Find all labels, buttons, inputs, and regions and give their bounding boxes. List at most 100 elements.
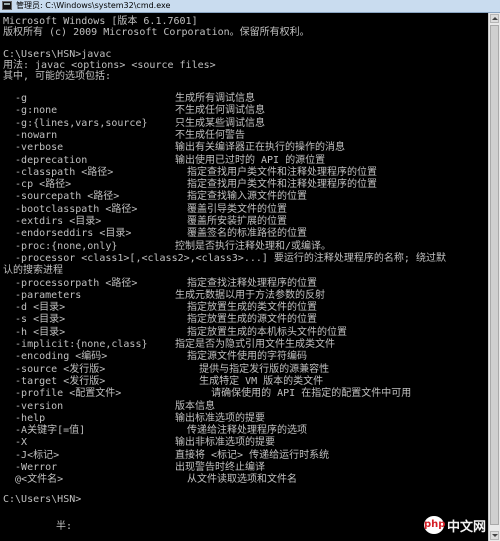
option-row: -deprecation 输出使用已过时的 API 的源位置 — [3, 155, 325, 166]
option-row: -g:{lines,vars,source} 只生成某些调试信息 — [3, 118, 265, 129]
option-description: 传递给注释处理程序的选项 — [175, 425, 308, 436]
option-description: 指定是否为隐式引用文件生成类文件 — [175, 339, 335, 350]
console-output[interactable]: Microsoft Windows [版本 6.1.7601] 版权所有 (c)… — [0, 13, 488, 541]
option-row: -d <目录> 指定放置生成的类文件的位置 — [3, 302, 317, 313]
option-flag: -bootclasspath <路径> — [3, 204, 138, 215]
option-row: -classpath <路径> 指定查找用户类文件和注释处理程序的位置 — [3, 167, 377, 178]
option-flag: -A关键字[=值] — [3, 425, 86, 436]
option-flag: -g:none — [3, 105, 58, 116]
option-flag: -version — [3, 401, 64, 412]
option-flag: -classpath <路径> — [3, 167, 114, 178]
option-row: -profile <配置文件> 请确保使用的 API 在指定的配置文件中可用 — [3, 388, 411, 399]
window-title: 管理员: C:\Windows\system32\cmd.exe — [16, 1, 171, 10]
option-description: 指定放置生成的本机标头文件的位置 — [175, 327, 348, 338]
option-row: -endorseddirs <目录> 覆盖签名的标准路径的位置 — [3, 228, 307, 239]
option-flag: -s <目录> — [3, 314, 66, 325]
option-row: -A关键字[=值] 传递给注释处理程序的选项 — [3, 425, 307, 436]
option-row: -version 版本信息 — [3, 401, 215, 412]
option-description: 生成所有调试信息 — [175, 93, 255, 104]
version-line: Microsoft Windows [版本 6.1.7601] — [3, 16, 198, 27]
option-row: -source <发行版> 提供与指定发行版的源兼容性 — [3, 364, 329, 375]
scroll-thumb[interactable] — [490, 25, 499, 525]
option-row: -extdirs <目录> 覆盖所安装扩展的位置 — [3, 216, 287, 227]
option-flag: @<文件名> — [3, 474, 64, 485]
option-row: @<文件名> 从文件读取选项和文件名 — [3, 474, 297, 485]
option-row: -parameters 生成元数据以用于方法参数的反射 — [3, 290, 325, 301]
option-flag: -help — [3, 413, 46, 424]
option-flag: -J<标记> — [3, 450, 60, 461]
option-description: 覆盖签名的标准路径的位置 — [175, 228, 308, 239]
vertical-scrollbar[interactable] — [488, 13, 500, 541]
option-flag: -profile <配置文件> — [3, 388, 122, 399]
option-description: 指定源文件使用的字符编码 — [175, 351, 308, 362]
option-flag: -processor <class1>[,<class2>,<class3>..… — [3, 253, 446, 264]
scroll-down-arrow-icon[interactable] — [490, 531, 499, 540]
option-row: -bootclasspath <路径> 覆盖引导类文件的位置 — [3, 204, 287, 215]
option-description: 输出标准选项的提要 — [175, 413, 265, 424]
option-description: 覆盖所安装扩展的位置 — [175, 216, 288, 227]
option-flag: -g — [3, 93, 28, 104]
option-description: 不生成任何警告 — [175, 130, 245, 141]
option-description: 输出使用已过时的 API 的源位置 — [175, 155, 326, 166]
option-row: -sourcepath <路径> 指定查找输入源文件的位置 — [3, 191, 307, 202]
php-logo-icon: php — [423, 516, 445, 534]
option-description: 生成元数据以用于方法参数的反射 — [175, 290, 325, 301]
option-flag: -endorseddirs <目录> — [3, 228, 132, 239]
option-flag: -processorpath <路径> — [3, 278, 138, 289]
watermark: php 中文网 — [423, 515, 486, 535]
option-row: -Werror 出现警告时终止编译 — [3, 462, 265, 473]
options-intro: 其中, 可能的选项包括: — [3, 71, 112, 82]
option-description: 出现警告时终止编译 — [175, 462, 265, 473]
ime-status: 半: — [56, 521, 73, 532]
option-description: 版本信息 — [175, 401, 215, 412]
option-flag: -implicit:{none,class} — [3, 339, 148, 350]
option-description: 指定放置生成的源文件的位置 — [175, 314, 318, 325]
option-flag: -sourcepath <路径> — [3, 191, 120, 202]
option-flag: -d <目录> — [3, 302, 66, 313]
option-flag: -nowarn — [3, 130, 58, 141]
option-description: 提供与指定发行版的源兼容性 — [175, 364, 330, 375]
scroll-up-arrow-icon[interactable] — [490, 14, 499, 23]
option-row: -processorpath <路径> 指定查找注释处理程序的位置 — [3, 278, 317, 289]
option-description: 生成特定 VM 版本的类文件 — [175, 376, 324, 387]
title-bar[interactable]: 管理员: C:\Windows\system32\cmd.exe — [0, 0, 500, 13]
option-description: 指定查找输入源文件的位置 — [175, 191, 308, 202]
option-row: -cp <路径> 指定查找用户类文件和注释处理程序的位置 — [3, 179, 377, 190]
footer-prompt: C:\Users\HSN> — [3, 494, 82, 505]
prompt-command: C:\Users\HSN>javac — [3, 49, 112, 60]
option-description: 不生成任何调试信息 — [175, 105, 265, 116]
option-row: -implicit:{none,class} 指定是否为隐式引用文件生成类文件 — [3, 339, 335, 350]
option-row: 认的搜索进程 — [3, 265, 63, 276]
option-row: -g 生成所有调试信息 — [3, 93, 255, 104]
option-description: 指定放置生成的类文件的位置 — [175, 302, 318, 313]
option-row: -encoding <编码> 指定源文件使用的字符编码 — [3, 351, 307, 362]
option-flag: -proc:{none,only} — [3, 241, 118, 252]
option-description: 直接将 <标记> 传递给运行时系统 — [175, 450, 330, 461]
option-flag: -extdirs <目录> — [3, 216, 102, 227]
option-flag: -X — [3, 437, 28, 448]
option-flag: -target <发行版> — [3, 376, 106, 387]
option-row: -X 输出非标准选项的提要 — [3, 437, 275, 448]
option-flag: -cp <路径> — [3, 179, 72, 190]
cmd-icon — [2, 1, 12, 10]
option-flag: -h <目录> — [3, 327, 66, 338]
option-description: 指定查找用户类文件和注释处理程序的位置 — [175, 179, 378, 190]
option-flag: -Werror — [3, 462, 58, 473]
option-description: 覆盖引导类文件的位置 — [175, 204, 288, 215]
option-description: 输出有关编译器正在执行的操作的消息 — [175, 142, 345, 153]
option-description: 请确保使用的 API 在指定的配置文件中可用 — [175, 388, 412, 399]
usage-line: 用法: javac <options> <source files> — [3, 60, 216, 71]
option-description: 指定查找注释处理程序的位置 — [175, 278, 318, 289]
option-description: 输出非标准选项的提要 — [175, 437, 275, 448]
option-row: -verbose 输出有关编译器正在执行的操作的消息 — [3, 142, 345, 153]
option-row: -g:none 不生成任何调试信息 — [3, 105, 265, 116]
option-row: -h <目录> 指定放置生成的本机标头文件的位置 — [3, 327, 347, 338]
option-flag: -parameters — [3, 290, 82, 301]
option-row: -J<标记> 直接将 <标记> 传递给运行时系统 — [3, 450, 329, 461]
option-row: -nowarn 不生成任何警告 — [3, 130, 245, 141]
option-flag: -source <发行版> — [3, 364, 106, 375]
option-row: -target <发行版> 生成特定 VM 版本的类文件 — [3, 376, 323, 387]
option-row: -s <目录> 指定放置生成的源文件的位置 — [3, 314, 317, 325]
option-row: -help 输出标准选项的提要 — [3, 413, 265, 424]
option-flag: -g:{lines,vars,source} — [3, 118, 148, 129]
